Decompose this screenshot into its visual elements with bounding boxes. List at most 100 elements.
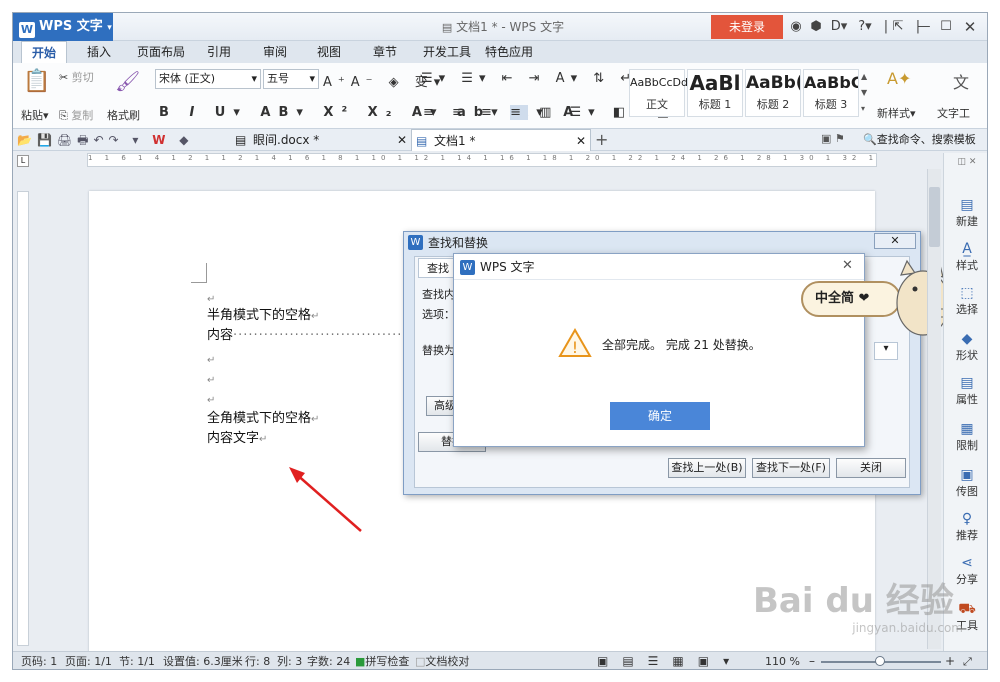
find-label: 查找内 xyxy=(422,288,455,301)
text-tool-button[interactable]: 文字工 xyxy=(937,105,970,121)
new-tab-icon[interactable]: + xyxy=(595,129,608,151)
status-setting: 设置值: 6.3厘米 xyxy=(163,655,243,668)
sidebar-item-select[interactable]: ⬚ 选择 xyxy=(944,285,987,317)
tab-insert[interactable]: 插入 xyxy=(77,41,121,63)
theme-icon[interactable]: D▾ xyxy=(827,17,851,37)
format-painter-button[interactable]: 格式刷 xyxy=(107,107,140,123)
sidebar-item-style[interactable]: A̲ 样式 xyxy=(944,241,987,273)
close-tab-icon[interactable]: ✕ xyxy=(576,130,586,152)
paragraph-empty: ↵ xyxy=(207,395,216,406)
tab-developer[interactable]: 开发工具 xyxy=(413,41,481,63)
input-method-badge[interactable]: 中全简 ❤ xyxy=(801,281,901,317)
copy-button[interactable]: ⎘ 复制 xyxy=(59,107,93,123)
style-heading2[interactable]: AaBb(标题 2 xyxy=(745,69,801,117)
style-scroll[interactable]: ▲ ▼ ▾ xyxy=(861,69,871,117)
sidebar-item-recommend[interactable]: ♀ 推荐 xyxy=(944,511,987,543)
paragraph-line-3: 全角模式下的空格↵ xyxy=(207,411,320,426)
select-icon: ⬚ xyxy=(960,285,974,301)
restore-ribbon-icon[interactable]: ⇱ xyxy=(889,17,907,37)
new-style-icon[interactable]: A✦ xyxy=(887,69,911,88)
sidebar-item-image-upload[interactable]: ▣ 传图 xyxy=(944,467,987,499)
ruler-corner[interactable]: L xyxy=(17,155,29,167)
help-icon[interactable]: ?▾ xyxy=(853,17,877,37)
search-command-input[interactable]: 🔍查找命令、搜索模板 xyxy=(863,129,987,151)
doc-icon: ▤ xyxy=(416,134,428,148)
font-name-select[interactable]: 宋体 (正文) ▾ xyxy=(155,69,261,89)
close-tab-icon[interactable]: ✕ xyxy=(397,129,407,151)
scrollbar-thumb[interactable] xyxy=(929,187,940,247)
tab-chapter[interactable]: 章节 xyxy=(363,41,407,63)
settings-icon[interactable]: ⬢ xyxy=(807,17,825,37)
style-heading3[interactable]: AaBbC 标题 3 xyxy=(803,69,859,117)
tab-page-layout[interactable]: 页面布局 xyxy=(127,41,195,63)
find-next-button[interactable]: 查找下一处(F) xyxy=(752,458,830,478)
chevron-down-icon: ▾ xyxy=(309,72,315,85)
scissors-icon: ✂ xyxy=(59,71,69,84)
minimize-icon[interactable]: — xyxy=(915,17,933,37)
style-normal[interactable]: AaBbCcDd 正文 xyxy=(629,69,688,117)
search-icon: 🔍 xyxy=(863,133,877,146)
ok-button[interactable]: 确定 xyxy=(610,402,710,430)
replace-label: 替换为 xyxy=(422,344,455,357)
window-title: ▤ 文档1 * - WPS 文字 xyxy=(441,20,565,34)
sidebar-item-properties[interactable]: ▤ 属性 xyxy=(944,375,987,407)
wps-window: W WPS 文字 ▾ ▤ 文档1 * - WPS 文字 未登录 ◉ ⬢ D▾ ?▾… xyxy=(12,12,988,670)
sidebar-item-new[interactable]: ▤ 新建 xyxy=(944,197,987,229)
paragraph-empty: ↵ xyxy=(207,355,216,366)
sidebar-item-restrict[interactable]: ▦ 限制 xyxy=(944,421,987,453)
sidebar-item-shape[interactable]: ◆ 形状 xyxy=(944,331,987,363)
format-painter-icon[interactable]: 🖌 xyxy=(115,69,140,93)
tab-home[interactable]: 开始 xyxy=(21,41,68,63)
paragraph-line-1: 半角模式下的空格↵ xyxy=(207,308,320,323)
tab-find[interactable]: 查找 xyxy=(418,258,458,278)
zoom-level[interactable]: 110 % xyxy=(765,652,800,669)
spell-check-toggle[interactable]: ■拼写检查 xyxy=(355,652,409,669)
new-style-button[interactable]: 新样式▾ xyxy=(877,105,916,121)
close-icon[interactable]: ✕ xyxy=(874,233,916,249)
font-size-select[interactable]: 五号 ▾ xyxy=(263,69,319,89)
style-heading1[interactable]: AaBl 标题 1 xyxy=(687,69,743,117)
cut-button[interactable]: ✂ 剪切 xyxy=(59,69,94,85)
horizontal-ruler[interactable]: 1 1 6 1 4 1 2 1 1 2 1 4 1 6 1 8 1 10 1 1… xyxy=(87,153,877,167)
doc-icon: ▤ xyxy=(441,21,453,34)
vertical-ruler[interactable] xyxy=(17,191,29,646)
tab-special[interactable]: 特色应用 xyxy=(475,41,543,63)
find-previous-button[interactable]: 查找上一处(B) xyxy=(668,458,746,478)
title-bar: W WPS 文字 ▾ ▤ 文档1 * - WPS 文字 未登录 ◉ ⬢ D▾ ?▾… xyxy=(13,13,987,41)
close-icon[interactable]: ✕ xyxy=(842,258,853,273)
toolbar-icons[interactable]: ▣ ⚑ xyxy=(821,132,845,145)
zoom-in-icon[interactable]: + xyxy=(945,652,955,669)
text-tool-icon[interactable]: 文 xyxy=(953,69,969,93)
zoom-out-icon[interactable]: – xyxy=(809,652,815,669)
sidebar-expand-icon[interactable]: ◫ ✕ xyxy=(944,157,987,167)
quick-access-icons[interactable]: 📂💾🖨🖶↶↷ ▾ W ◆ xyxy=(17,131,194,152)
app-menu-button[interactable]: W WPS 文字 ▾ xyxy=(13,13,113,41)
chevron-down-icon: ▾ xyxy=(251,72,257,85)
maximize-icon[interactable]: ☐ xyxy=(937,17,955,37)
skin-icon[interactable]: ◉ xyxy=(787,17,805,37)
paragraph-empty: ↵ xyxy=(207,375,216,386)
replace-dropdown[interactable]: ▾ xyxy=(874,342,898,360)
status-words[interactable]: 字数: 24 xyxy=(307,652,350,669)
view-mode-icons[interactable]: ▣▤☰▦▣▾ xyxy=(597,652,743,669)
options-label: 选项： xyxy=(422,308,455,321)
login-button[interactable]: 未登录 xyxy=(711,15,783,39)
doc-tab-2[interactable]: ▤ 文档1 * ✕ xyxy=(411,129,591,151)
paste-icon[interactable]: 📋 xyxy=(23,69,50,94)
tab-review[interactable]: 审阅 xyxy=(253,41,297,63)
doc-tab-1[interactable]: ▤ 眼间.docx * ✕ xyxy=(231,129,411,151)
zoom-slider-handle[interactable] xyxy=(875,656,885,666)
margin-marker xyxy=(191,263,207,283)
vertical-scrollbar[interactable] xyxy=(927,169,941,649)
fit-window-icon[interactable]: ⤢ xyxy=(963,652,972,669)
paste-button[interactable]: 粘贴▾ xyxy=(21,107,49,123)
style-icon: A̲ xyxy=(962,241,972,257)
tab-view[interactable]: 视图 xyxy=(307,41,351,63)
chevron-down-icon: ▾ xyxy=(107,23,112,33)
ribbon: 📋 粘贴▾ ✂ 剪切 ⎘ 复制 🖌 格式刷 宋体 (正文) ▾ 五号 ▾ A⁺A⁻ … xyxy=(13,63,987,129)
close-icon[interactable]: ✕ xyxy=(961,17,979,37)
close-button[interactable]: 关闭 xyxy=(836,458,906,478)
status-pages: 页面: 1/1 xyxy=(65,655,112,668)
proofread-toggle[interactable]: □文档校对 xyxy=(415,652,469,669)
tab-references[interactable]: 引用 xyxy=(197,41,241,63)
